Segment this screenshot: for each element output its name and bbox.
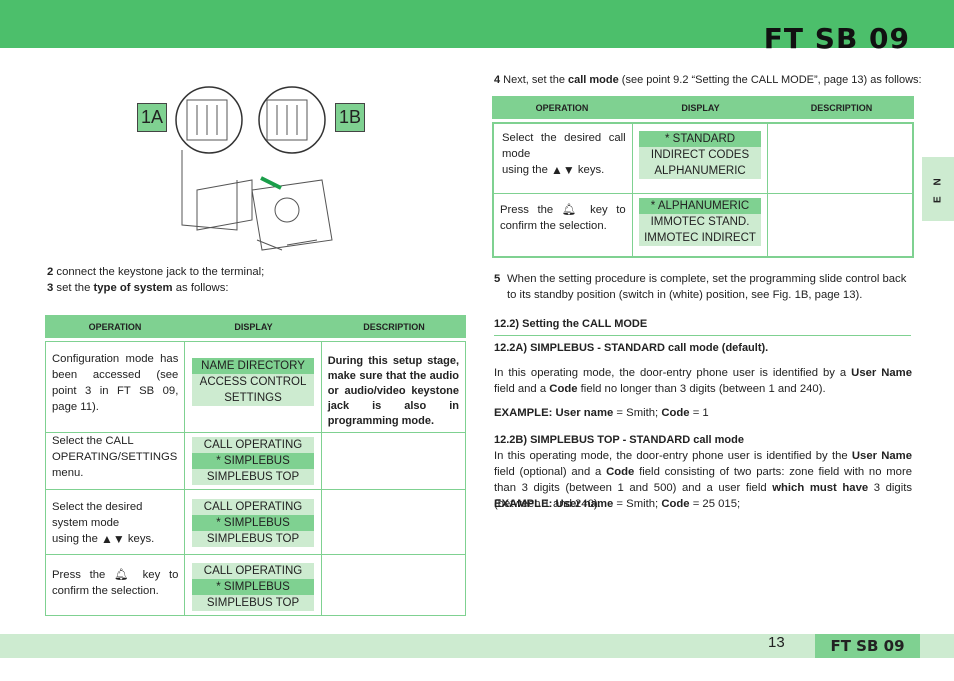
bell-icon: 🔔︎ [561,204,582,216]
table-row: Select the CALL OPERATING/SETTINGS menu.… [46,433,465,490]
subsection-a-title: 12.2A) SIMPLEBUS - STANDARD call mode (d… [494,342,769,354]
subsection-b-example: EXAMPLE: User name = Smith; Code = 25 01… [494,498,741,510]
table-row: Configuration mode has been accessed (se… [46,342,465,433]
table-row: Select the desired call mode using the ▲▼… [494,124,912,194]
figure-label-1b: 1B [335,103,365,132]
footer-title: FT SB 09 [815,634,920,658]
step-2: 2 connect the keystone jack to the termi… [47,266,265,278]
page-number: 13 [768,634,785,651]
step-5: 5 When the setting procedure is complete,… [494,273,907,301]
figure-label-1a: 1A [137,103,167,132]
table-row: Press the 🔔︎ key to confirm the selectio… [494,194,912,256]
table-row: Press the 🔔︎ key to confirm the selectio… [46,555,465,615]
display-box: NAME DIRECTORY ACCESS CONTROL SETTINGS [192,358,315,406]
subsection-a-example: EXAMPLE: User name = Smith; Code = 1 [494,407,709,419]
up-down-arrows-icon: ▲▼ [101,532,125,547]
subsection-a-text: In this operating mode, the door-entry p… [494,367,913,395]
bell-icon: 🔔︎ [114,569,134,581]
page-title: FT SB 09 [763,22,910,55]
step-3: 3 set the type of system as follows: [47,282,229,294]
table-header: OPERATION DISPLAY DESCRIPTION [45,315,466,338]
table-row: Select the desired system mode using the … [46,490,465,555]
step-4: 4 Next, set the call mode (see point 9.2… [494,74,922,86]
call-mode-table: Select the desired call mode using the ▲▼… [492,122,914,258]
subsection-b-title: 12.2B) SIMPLEBUS TOP - STANDARD call mod… [494,434,744,446]
language-tab: E N [922,157,954,221]
table-header: OPERATION DISPLAY DESCRIPTION [492,96,914,119]
section-title: 12.2) Setting the CALL MODE [494,316,911,336]
device-illustration: 1A 1B [137,80,367,255]
system-type-table: Configuration mode has been accessed (se… [45,341,466,616]
up-down-arrows-icon: ▲▼ [551,163,575,178]
footer-bar [0,634,954,658]
